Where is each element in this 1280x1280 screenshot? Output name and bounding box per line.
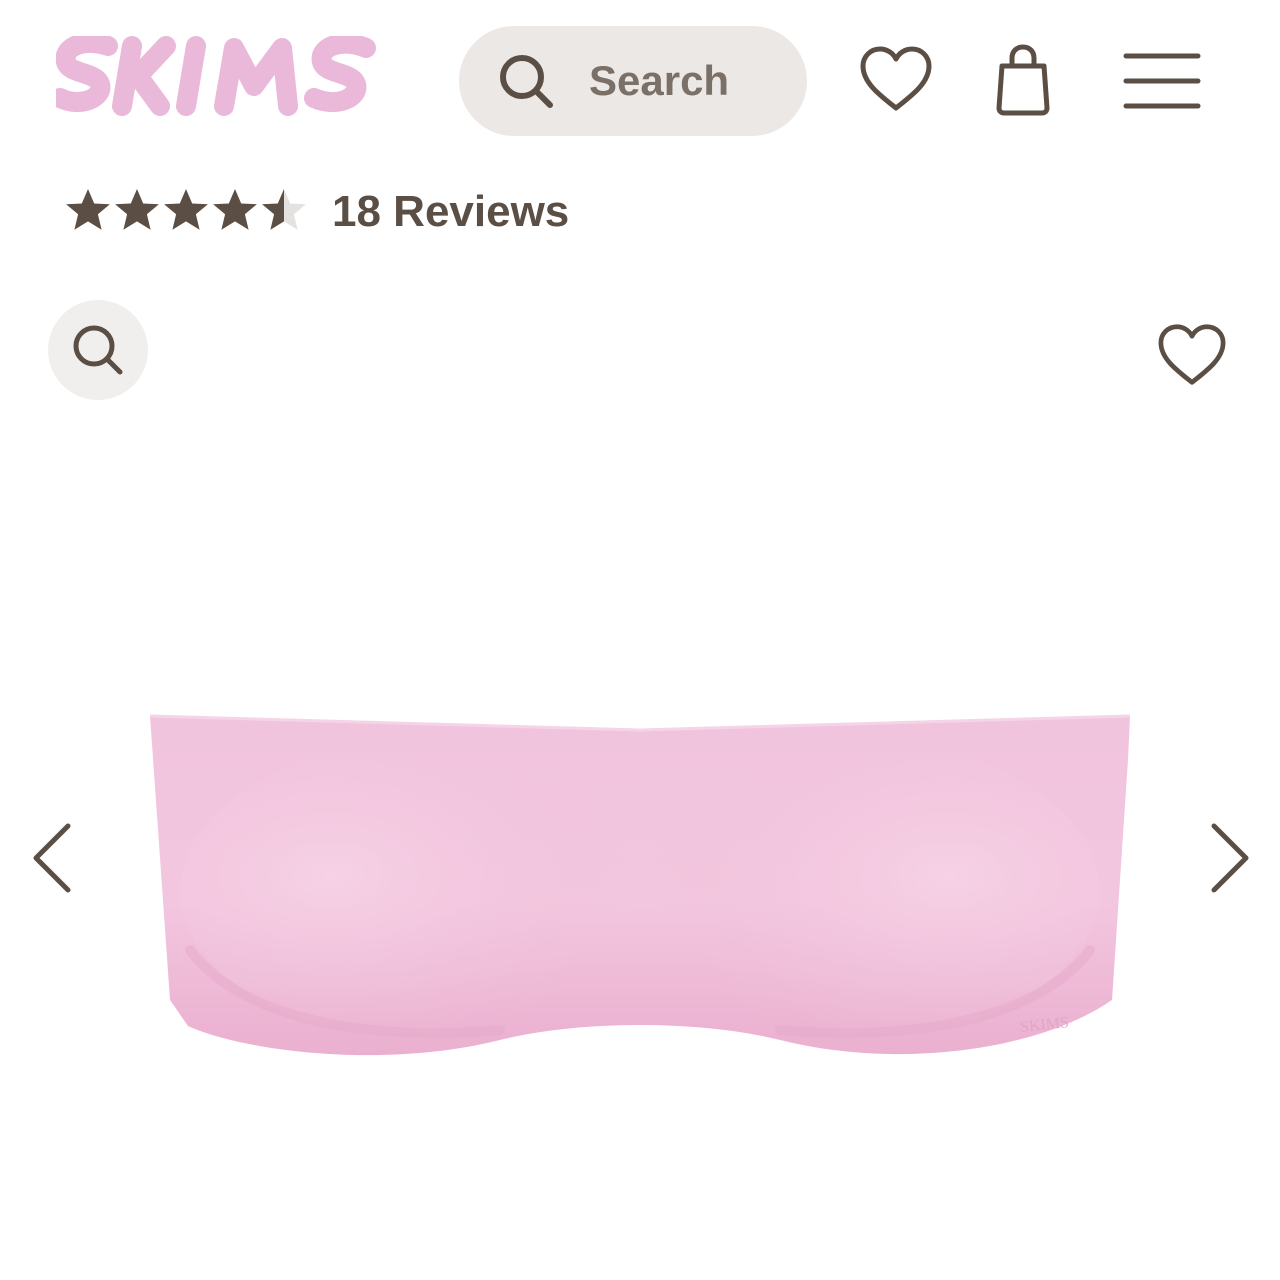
star-icon <box>66 189 110 230</box>
product-image: SKIMS <box>140 700 1140 1080</box>
site-header: Search <box>0 0 1280 160</box>
heart-icon <box>1158 324 1226 385</box>
search-bar[interactable]: Search <box>459 26 807 136</box>
next-image-button[interactable] <box>1204 818 1254 898</box>
hamburger-menu-icon <box>1123 53 1201 109</box>
favorite-button[interactable] <box>1156 322 1228 388</box>
menu-button[interactable] <box>1122 50 1202 112</box>
reviews-link[interactable]: 18 Reviews <box>332 186 569 238</box>
product-rating: 18 Reviews <box>64 182 624 242</box>
search-placeholder: Search <box>589 57 730 104</box>
star-icon <box>213 189 257 230</box>
star-rating <box>64 185 314 237</box>
wishlist-button[interactable] <box>858 44 934 114</box>
magnifier-icon <box>73 325 123 375</box>
chevron-left-icon <box>33 823 71 893</box>
heart-icon <box>860 46 932 111</box>
shopping-bag-button[interactable] <box>994 44 1052 116</box>
chevron-right-icon <box>1211 823 1249 893</box>
search-icon <box>497 52 555 110</box>
zoom-button[interactable] <box>48 300 148 400</box>
star-icon <box>115 189 159 230</box>
star-icon <box>164 189 208 230</box>
skims-logo[interactable] <box>56 36 381 118</box>
half-star-icon <box>262 189 306 230</box>
previous-image-button[interactable] <box>28 818 78 898</box>
shopping-bag-icon <box>996 44 1050 116</box>
